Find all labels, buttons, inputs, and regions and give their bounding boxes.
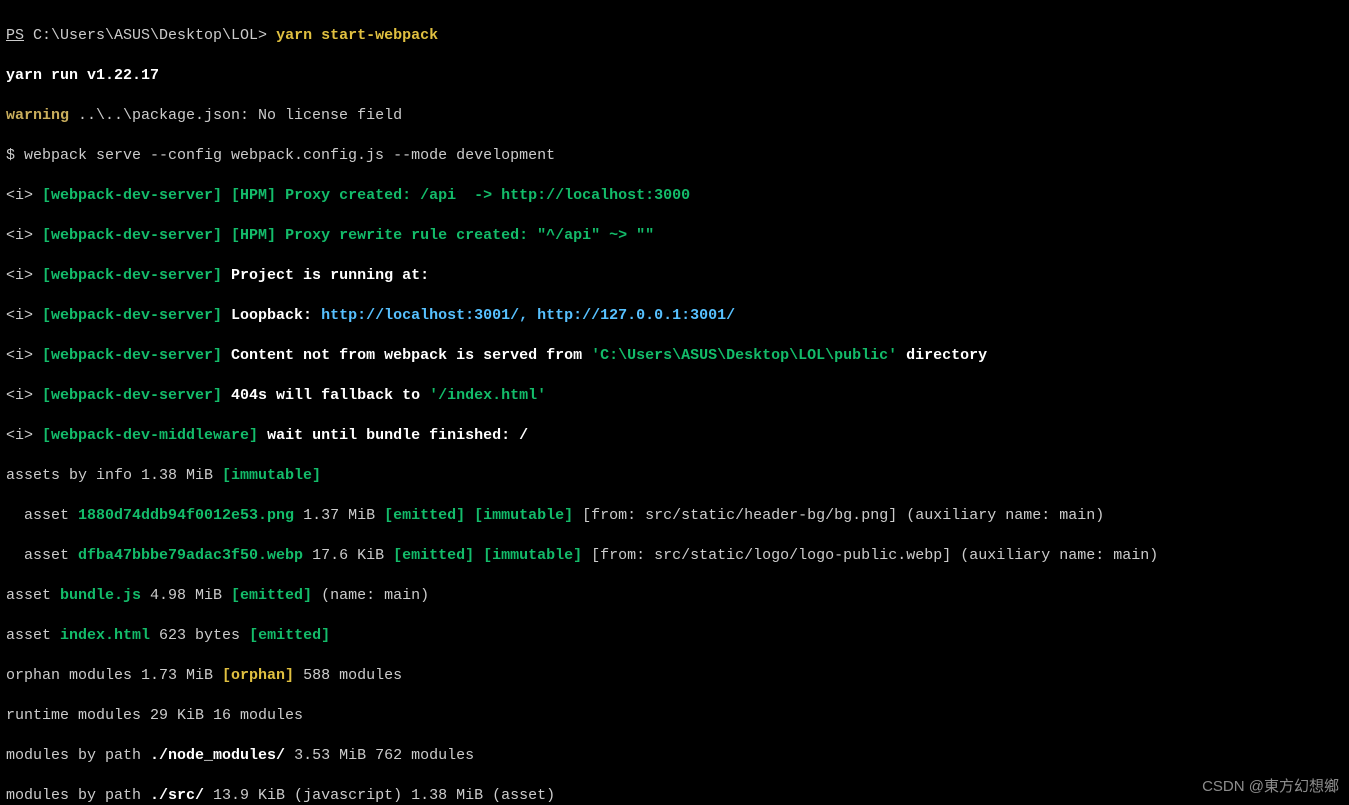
fallback-path: '/index.html' [429,387,546,404]
mw-tag: [webpack-dev-middleware] [33,427,258,444]
cwd: C:\Users\ASUS\Desktop\LOL> [24,27,276,44]
mw-text: wait until bundle finished: / [258,427,528,444]
prompt-line: PS C:\Users\ASUS\Desktop\LOL> yarn start… [6,26,1343,46]
yarn-run: yarn run v1.22.17 [6,67,159,84]
hpm-tag: [HPM] [222,187,276,204]
running-label: Project is running at: [222,267,429,284]
loopback-url-2: http://127.0.0.1:3001/ [537,307,735,324]
wds-tag: [webpack-dev-server] [33,187,222,204]
dollar-command: $ webpack serve --config webpack.config.… [6,146,1343,166]
ps-label: PS [6,27,24,44]
warning-label: warning [6,107,69,124]
orphan-tag: [orphan] [222,667,294,684]
proxy-rewrite: Proxy rewrite rule created: "^/api" ~> "… [276,227,654,244]
terminal-output[interactable]: PS C:\Users\ASUS\Desktop\LOL> yarn start… [0,0,1349,805]
warning-text: ..\..\package.json: No license field [69,107,402,124]
bundle-js: bundle.js [60,587,141,604]
index-html: index.html [60,627,150,644]
command: yarn start-webpack [276,27,438,44]
loopback-url-1: http://localhost:3001/ [321,307,519,324]
runtime-modules: runtime modules 29 KiB 16 modules [6,706,1343,726]
asset-hash-png: 1880d74ddb94f0012e53.png [78,507,294,524]
content-path: 'C:\Users\ASUS\Desktop\LOL\public' [591,347,897,364]
proxy-created: Proxy created: /api -> http://localhost:… [276,187,690,204]
asset-hash-webp: dfba47bbbe79adac3f50.webp [78,547,303,564]
